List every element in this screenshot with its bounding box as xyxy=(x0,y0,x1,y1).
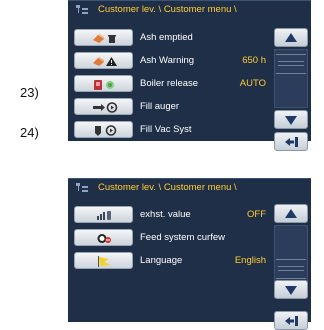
arrow-up-icon xyxy=(285,33,297,42)
circle-play-icon xyxy=(105,125,117,136)
boiler-release-button[interactable] xyxy=(74,75,133,92)
page-title: Customer lev. \ Customer menu \ xyxy=(98,182,237,193)
menu-row-ash-emptied: Ash emptied xyxy=(74,29,266,47)
feed-system-curfew-label: Feed system curfew xyxy=(140,232,225,243)
scroll-down-button[interactable] xyxy=(274,110,308,129)
circle-play-icon xyxy=(106,102,118,113)
scroll-up-button[interactable] xyxy=(274,28,308,47)
trash-can-icon xyxy=(108,35,116,43)
language-value: English xyxy=(234,255,266,266)
vacuum-icon xyxy=(95,126,101,136)
back-button[interactable] xyxy=(274,311,308,330)
feed-system-curfew-button[interactable] xyxy=(74,229,133,246)
fill-auger-label: Fill auger xyxy=(140,101,180,112)
boiler-icon xyxy=(94,80,102,90)
menu-row-exhst-value: exhst. value OFF xyxy=(74,206,266,224)
ash-tray-icon xyxy=(93,57,104,66)
fill-vac-syst-button[interactable] xyxy=(74,121,133,138)
status-led-icon xyxy=(106,81,114,89)
exit-arrow-icon xyxy=(285,137,298,147)
fill-vac-syst-label: Fill Vac Syst xyxy=(140,124,192,135)
menu-tree-icon xyxy=(76,183,88,192)
scrollbar-track[interactable] xyxy=(274,49,308,108)
menu-row-language: Language English xyxy=(74,252,266,270)
menu-row-fill-vac-syst: Fill Vac Syst xyxy=(74,121,266,139)
menu-tree-icon xyxy=(76,5,88,14)
customer-menu-screen-1: Customer lev. \ Customer menu \ Ash empt… xyxy=(68,0,311,151)
boiler-release-value: AUTO xyxy=(239,78,266,89)
step-label-24: 24) xyxy=(20,125,39,140)
arrow-down-icon xyxy=(285,116,297,125)
ash-tray-icon xyxy=(93,34,104,43)
boiler-release-label: Boiler release xyxy=(140,78,199,89)
menu-row-ash-warning: Ash Warning 650 h xyxy=(74,52,266,70)
exhst-value-value: OFF xyxy=(247,209,266,220)
ash-warning-label: Ash Warning xyxy=(140,55,195,66)
back-button[interactable] xyxy=(274,132,308,151)
exhst-value-label: exhst. value xyxy=(140,209,191,220)
step-label-23: 23) xyxy=(20,85,39,100)
scroll-down-button[interactable] xyxy=(274,280,308,299)
warning-triangle-icon xyxy=(106,57,117,66)
ash-emptied-button[interactable] xyxy=(74,29,133,46)
arrow-down-icon xyxy=(285,286,297,295)
page-title: Customer lev. \ Customer menu \ xyxy=(98,4,237,15)
language-label: Language xyxy=(140,255,183,266)
ash-warning-button[interactable] xyxy=(74,52,133,69)
scrollbar-thumb[interactable] xyxy=(276,259,306,279)
customer-menu-screen-2: Customer lev. \ Customer menu \ exhst. v… xyxy=(68,178,311,330)
curfew-clock-icon xyxy=(97,234,111,243)
fill-auger-button[interactable] xyxy=(74,98,133,115)
language-button[interactable] xyxy=(74,252,133,269)
menu-row-fill-auger: Fill auger xyxy=(74,98,266,116)
scroll-up-button[interactable] xyxy=(274,204,308,223)
title-bar: Customer lev. \ Customer menu \ xyxy=(68,1,311,19)
ash-warning-value: 650 h xyxy=(242,55,266,66)
menu-row-feed-system-curfew: Feed system curfew xyxy=(74,229,266,247)
scrollbar-thumb[interactable] xyxy=(276,54,306,74)
title-bar: Customer lev. \ Customer menu \ xyxy=(68,179,311,197)
arrow-up-icon xyxy=(285,209,297,218)
ash-emptied-label: Ash emptied xyxy=(140,32,193,43)
exhst-value-button[interactable] xyxy=(74,206,133,223)
exhaust-gauge-icon xyxy=(97,211,111,220)
menu-row-boiler-release: Boiler release AUTO xyxy=(74,75,266,93)
auger-icon xyxy=(93,104,105,111)
flag-icon xyxy=(98,256,111,267)
